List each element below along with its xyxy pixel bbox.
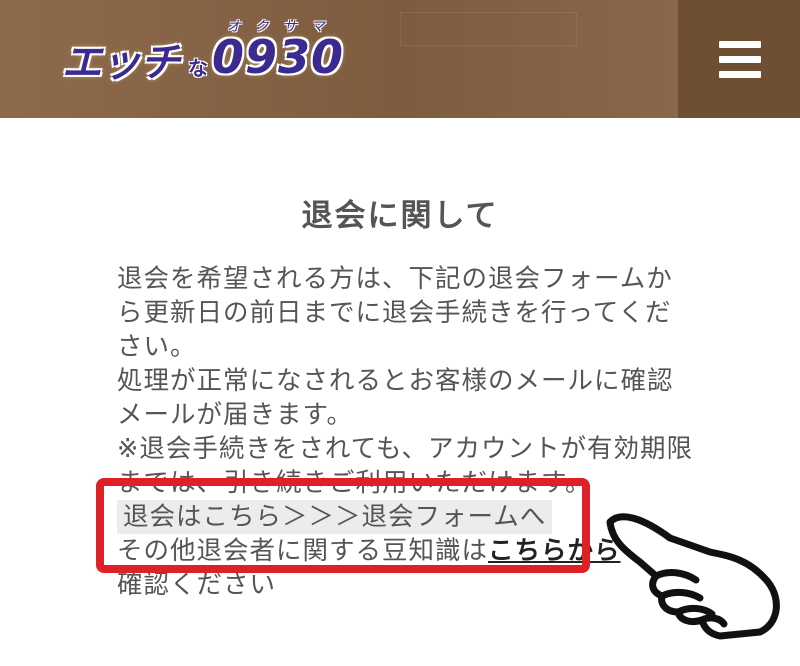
paragraph-intro: 退会を希望される方は、下記の退会フォームから更新日の前日までに退会手続きを行って… (117, 264, 673, 362)
page-title: 退会に関して (301, 198, 499, 234)
site-header: オクサマ エッチ な 0930 (0, 0, 800, 118)
pointing-hand-icon (606, 513, 780, 640)
withdraw-form-link[interactable]: 退会はこちら＞＞＞退会フォームへ (117, 500, 553, 534)
hamburger-menu-button[interactable] (678, 0, 800, 118)
header-blank-area (400, 12, 577, 46)
paragraph-notice: ※退会手続きをされても、アカウントが有効期限までは、引き続きご利用いただけます。 (117, 434, 694, 498)
logo-na-text: な (188, 56, 208, 80)
info-suffix: 確認ください (117, 570, 277, 600)
logo-number-text: 0930 (212, 30, 345, 84)
paragraph-confirmation: 処理が正常になされるとお客様のメールに確認メールが届きます。 (117, 366, 674, 430)
site-logo[interactable]: オクサマ エッチ な 0930 (62, 19, 372, 92)
info-prefix: その他退会者に関する豆知識は (117, 536, 489, 566)
logo-main-text: エッチ (62, 40, 180, 86)
